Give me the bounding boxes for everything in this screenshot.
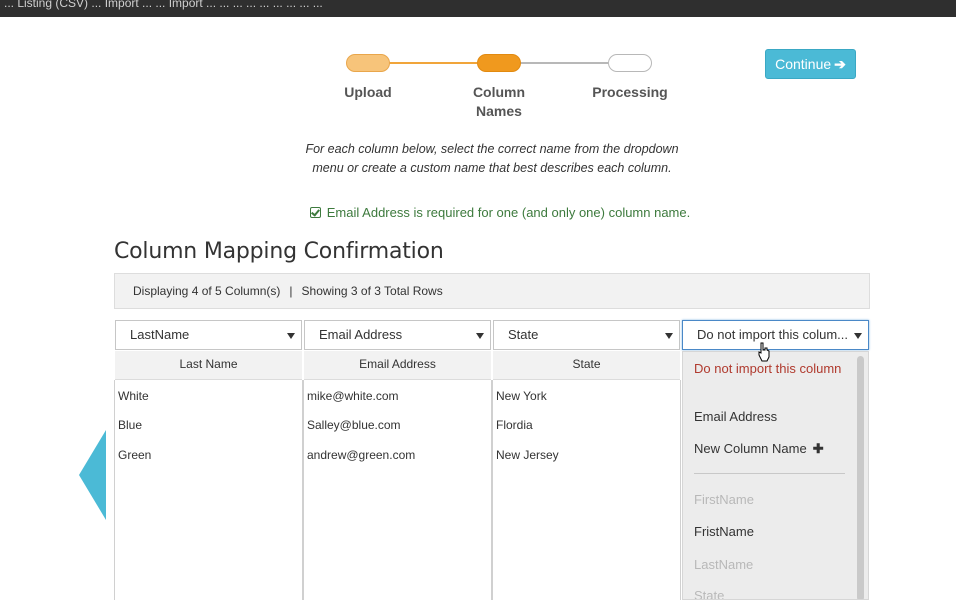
table-cell: White (118, 389, 149, 403)
step-connector (520, 62, 608, 64)
column-body-2: mike@white.com Salley@blue.com andrew@gr… (303, 380, 492, 600)
step-indicator-upload (346, 54, 390, 72)
dropdown-option-email-address[interactable]: Email Address (694, 408, 844, 425)
step-label-upload: Upload (344, 84, 392, 100)
top-bar-text: ... Listing (CSV) ... Import ... ... Imp… (4, 0, 323, 10)
required-note-text: Email Address is required for one (and o… (326, 205, 691, 220)
table-cell: New Jersey (496, 448, 559, 462)
column-body-3: New York Flordia New Jersey (492, 380, 681, 600)
step-label-column-names: Column Names (439, 83, 559, 121)
continue-button[interactable]: Continue ➔ (765, 49, 856, 79)
step-label-text: Column Names (472, 84, 526, 119)
column-header-email: Email Address (304, 351, 491, 380)
dropdown-option-lastname: LastName (694, 557, 754, 572)
top-bar: ... Listing (CSV) ... Import ... ... Imp… (0, 0, 956, 17)
column-select-value: Email Address (319, 327, 403, 342)
info-bar: Displaying 4 of 5 Column(s) | Showing 3 of… (114, 273, 870, 309)
caret-down-icon (854, 333, 862, 339)
step-connector (389, 62, 477, 64)
column-select-value: State (508, 327, 539, 342)
column-dropdown-menu: Do not import this column Email Address … (682, 351, 869, 600)
column-select-3[interactable]: State (493, 320, 680, 350)
dropdown-option-do-not-import[interactable]: Do not import this column (694, 360, 844, 377)
required-note: Email Address is required for one (and o… (230, 205, 770, 220)
column-select-4[interactable]: Do not import this colum... (682, 320, 869, 350)
dropdown-option-fristname[interactable]: FristName (694, 523, 844, 540)
dropdown-option-state: State (694, 588, 725, 600)
caret-down-icon (476, 333, 484, 339)
dropdown-option-firstname: FirstName (694, 492, 754, 507)
caret-down-icon (665, 333, 673, 339)
table-cell: Green (118, 448, 152, 462)
hand-cursor-icon (758, 342, 770, 362)
caret-down-icon (287, 333, 295, 339)
column-select-value: LastName (130, 327, 190, 342)
instructions-text: For each column below, select the correc… (305, 142, 679, 175)
plus-icon: ✚ (812, 441, 824, 456)
previous-arrow-button[interactable] (79, 430, 106, 520)
checkbox-checked-icon (309, 207, 321, 218)
step-indicator-column-names (477, 54, 521, 72)
table-cell: New York (496, 389, 547, 403)
info-separator: | (289, 284, 293, 298)
dropdown-option-new-column-name[interactable]: New Column Name ✚ (694, 440, 844, 457)
showing-rows: Showing 3 of 3 Total Rows (301, 284, 443, 298)
dropdown-divider (694, 473, 845, 474)
section-title: Column Mapping Confirmation (114, 239, 444, 264)
displaying-count: Displaying 4 of 5 Column(s) (133, 284, 281, 298)
table-cell: Blue (118, 418, 143, 432)
table-cell: Salley@blue.com (307, 418, 401, 432)
continue-label: Continue (775, 56, 832, 72)
arrow-right-icon: ➔ (834, 56, 846, 72)
column-select-value: Do not import this colum... (697, 327, 848, 342)
column-select-2[interactable]: Email Address (304, 320, 491, 350)
table-cell: andrew@green.com (307, 448, 416, 462)
step-label-processing: Processing (592, 84, 668, 100)
table-cell: Flordia (496, 418, 533, 432)
column-header-last-name: Last Name (115, 351, 302, 380)
column-body-1: White Blue Green (114, 380, 303, 600)
column-header-state: State (493, 351, 680, 380)
column-select-1[interactable]: LastName (115, 320, 302, 350)
step-indicator-processing (608, 54, 652, 72)
dropdown-scrollbar[interactable] (857, 356, 864, 599)
dropdown-option-label: New Column Name (694, 441, 807, 456)
table-cell: mike@white.com (307, 389, 399, 403)
